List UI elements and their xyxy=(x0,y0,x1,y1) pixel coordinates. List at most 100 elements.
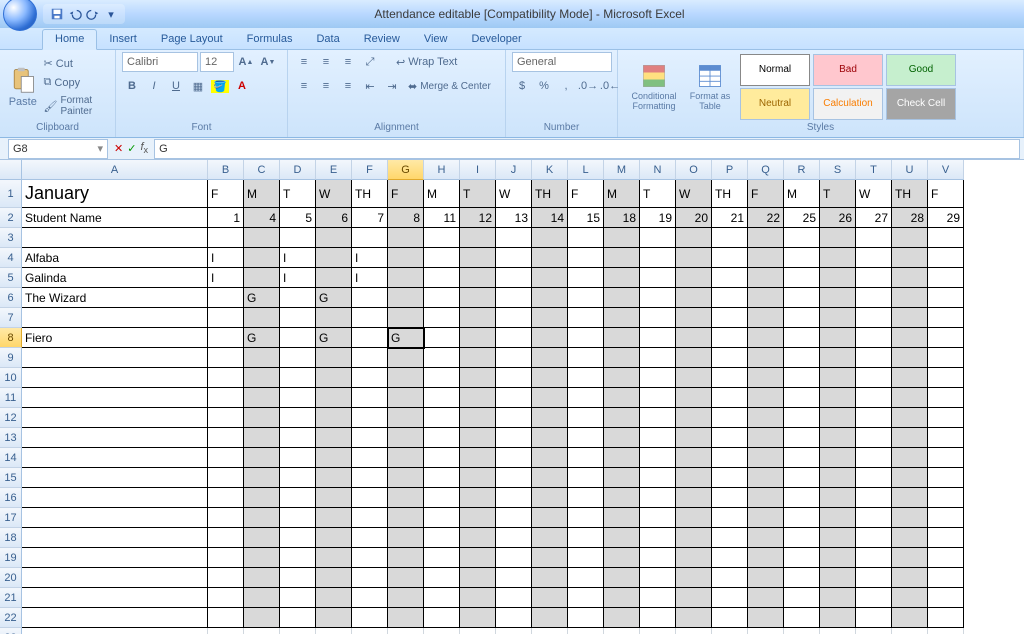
column-header-U[interactable]: U xyxy=(892,160,928,180)
cell-J5[interactable] xyxy=(496,268,532,288)
cell-P7[interactable] xyxy=(712,308,748,328)
cell-H17[interactable] xyxy=(424,508,460,528)
cell-D15[interactable] xyxy=(280,468,316,488)
grow-font-button[interactable]: A▲ xyxy=(236,52,256,72)
cell-S2[interactable]: 26 xyxy=(820,208,856,228)
cell-O18[interactable] xyxy=(676,528,712,548)
cell-B15[interactable] xyxy=(208,468,244,488)
cell-L16[interactable] xyxy=(568,488,604,508)
cell-K18[interactable] xyxy=(532,528,568,548)
cell-U9[interactable] xyxy=(892,348,928,368)
cell-C23[interactable] xyxy=(244,628,280,634)
cell-I16[interactable] xyxy=(460,488,496,508)
cell-A11[interactable] xyxy=(22,388,208,408)
cell-R21[interactable] xyxy=(784,588,820,608)
cell-U7[interactable] xyxy=(892,308,928,328)
cell-I11[interactable] xyxy=(460,388,496,408)
cell-G9[interactable] xyxy=(388,348,424,368)
cell-V20[interactable] xyxy=(928,568,964,588)
cell-U4[interactable] xyxy=(892,248,928,268)
cell-G12[interactable] xyxy=(388,408,424,428)
cell-K14[interactable] xyxy=(532,448,568,468)
cell-P10[interactable] xyxy=(712,368,748,388)
cell-Q22[interactable] xyxy=(748,608,784,628)
cell-R10[interactable] xyxy=(784,368,820,388)
cell-S7[interactable] xyxy=(820,308,856,328)
cell-A13[interactable] xyxy=(22,428,208,448)
align-top-button[interactable]: ≡ xyxy=(294,52,314,72)
cell-R23[interactable] xyxy=(784,628,820,634)
wrap-text-button[interactable]: ↩ Wrap Text xyxy=(392,54,461,71)
cell-O22[interactable] xyxy=(676,608,712,628)
cell-E17[interactable] xyxy=(316,508,352,528)
cell-O5[interactable] xyxy=(676,268,712,288)
cell-C7[interactable] xyxy=(244,308,280,328)
currency-button[interactable]: $ xyxy=(512,76,532,96)
cell-T18[interactable] xyxy=(856,528,892,548)
cell-Q1[interactable]: F xyxy=(748,180,784,208)
cell-K15[interactable] xyxy=(532,468,568,488)
cell-I5[interactable] xyxy=(460,268,496,288)
cell-D6[interactable] xyxy=(280,288,316,308)
cell-H13[interactable] xyxy=(424,428,460,448)
cell-M3[interactable] xyxy=(604,228,640,248)
column-header-F[interactable]: F xyxy=(352,160,388,180)
cell-G17[interactable] xyxy=(388,508,424,528)
cell-G1[interactable]: F xyxy=(388,180,424,208)
cell-C19[interactable] xyxy=(244,548,280,568)
cell-C13[interactable] xyxy=(244,428,280,448)
cell-F23[interactable] xyxy=(352,628,388,634)
cell-O7[interactable] xyxy=(676,308,712,328)
cell-E15[interactable] xyxy=(316,468,352,488)
decrease-indent-button[interactable]: ⇤ xyxy=(360,76,380,96)
cell-F2[interactable]: 7 xyxy=(352,208,388,228)
cell-C16[interactable] xyxy=(244,488,280,508)
cell-H16[interactable] xyxy=(424,488,460,508)
cell-A23[interactable] xyxy=(22,628,208,634)
cell-A10[interactable] xyxy=(22,368,208,388)
column-header-G[interactable]: G xyxy=(388,160,424,180)
tab-view[interactable]: View xyxy=(412,30,460,49)
cell-C18[interactable] xyxy=(244,528,280,548)
cell-I15[interactable] xyxy=(460,468,496,488)
cell-F20[interactable] xyxy=(352,568,388,588)
cell-R6[interactable] xyxy=(784,288,820,308)
cell-D9[interactable] xyxy=(280,348,316,368)
cell-G18[interactable] xyxy=(388,528,424,548)
tab-formulas[interactable]: Formulas xyxy=(235,30,305,49)
cell-H20[interactable] xyxy=(424,568,460,588)
cell-G20[interactable] xyxy=(388,568,424,588)
row-header-2[interactable]: 2 xyxy=(0,208,22,228)
cell-U13[interactable] xyxy=(892,428,928,448)
cell-G23[interactable] xyxy=(388,628,424,634)
row-header-20[interactable]: 20 xyxy=(0,568,22,588)
cell-M14[interactable] xyxy=(604,448,640,468)
cell-J19[interactable] xyxy=(496,548,532,568)
cell-N18[interactable] xyxy=(640,528,676,548)
column-header-Q[interactable]: Q xyxy=(748,160,784,180)
cell-P4[interactable] xyxy=(712,248,748,268)
cell-V11[interactable] xyxy=(928,388,964,408)
cell-H18[interactable] xyxy=(424,528,460,548)
cell-E22[interactable] xyxy=(316,608,352,628)
cell-L14[interactable] xyxy=(568,448,604,468)
cell-V15[interactable] xyxy=(928,468,964,488)
cell-F5[interactable]: I xyxy=(352,268,388,288)
cell-R9[interactable] xyxy=(784,348,820,368)
cell-P23[interactable] xyxy=(712,628,748,634)
cell-B12[interactable] xyxy=(208,408,244,428)
cell-U21[interactable] xyxy=(892,588,928,608)
cell-L5[interactable] xyxy=(568,268,604,288)
cell-B3[interactable] xyxy=(208,228,244,248)
cell-O14[interactable] xyxy=(676,448,712,468)
cell-D2[interactable]: 5 xyxy=(280,208,316,228)
cell-P22[interactable] xyxy=(712,608,748,628)
cell-C8[interactable]: G xyxy=(244,328,280,348)
row-header-10[interactable]: 10 xyxy=(0,368,22,388)
cell-K6[interactable] xyxy=(532,288,568,308)
cell-K4[interactable] xyxy=(532,248,568,268)
cell-S15[interactable] xyxy=(820,468,856,488)
cell-M1[interactable]: M xyxy=(604,180,640,208)
cell-U16[interactable] xyxy=(892,488,928,508)
cell-U6[interactable] xyxy=(892,288,928,308)
